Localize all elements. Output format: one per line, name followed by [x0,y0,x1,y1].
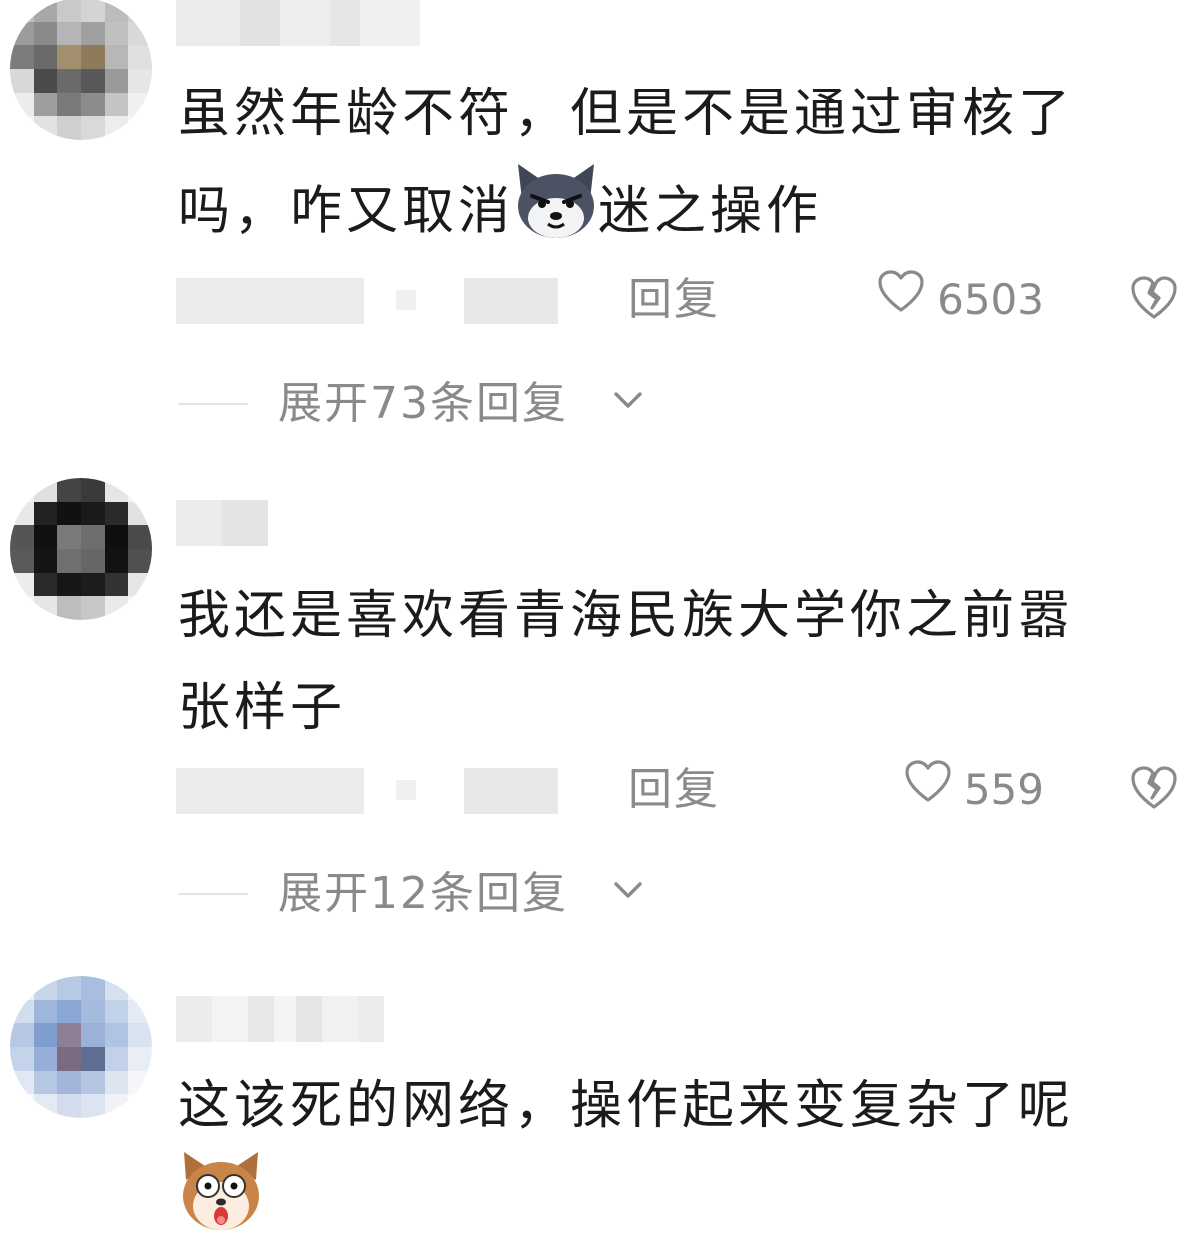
expand-replies-label: 展开73条回复 [278,378,568,429]
location-blurred [464,768,558,814]
like-button[interactable]: 6503 [877,270,1044,330]
timestamp-blurred [176,278,364,324]
timestamp-blurred [176,768,364,814]
comment-text-line: 这该死的网络，操作起来变复杂了呢 [178,1076,1075,1136]
comment-text-line: 张样子 [178,678,347,738]
comment-text: 这该死的网络，操作起来变复杂了呢 [178,1060,1158,1152]
comment-text: 虽然年龄不符，但是不是通过审核了 吗，咋又取消 迷之操作 [178,68,1158,269]
smirking-husky-emoji [514,160,598,269]
location-blurred [396,780,416,800]
comment-text-line: 迷之操作 [598,181,823,242]
reply-button[interactable]: 回复 [628,270,720,330]
like-button[interactable]: 559 [904,760,1044,820]
chevron-down-icon [610,382,646,422]
comment-text-line: 吗，咋又取消 [178,181,515,242]
username-blurred[interactable] [176,0,420,46]
expand-replies[interactable]: 展开73条回复 [0,374,1198,434]
comment-text-line: 虽然年龄不符，但是不是通过审核了 [178,84,1075,144]
comment-text-line: 我还是喜欢看青海民族大学你之前嚣 [178,586,1075,646]
comment-meta: 回复 559 [0,760,1198,820]
like-count: 6503 [937,275,1044,324]
expand-replies-label: 展开12条回复 [278,868,568,919]
comment-meta: 回复 6503 [0,270,1198,330]
username-blurred[interactable] [176,996,384,1042]
heart-outline-icon [877,270,925,330]
location-blurred [396,290,416,310]
divider-line [178,893,248,895]
broken-heart-icon[interactable] [1130,274,1178,326]
comment-text: 我还是喜欢看青海民族大学你之前嚣 张样子 [178,570,1158,754]
avatar[interactable] [10,478,152,620]
like-count: 559 [963,765,1044,814]
avatar[interactable] [10,0,152,140]
heart-outline-icon [904,760,952,820]
broken-heart-icon[interactable] [1130,764,1178,816]
chevron-down-icon [610,872,646,912]
divider-line [178,403,248,405]
username-blurred[interactable] [176,500,268,546]
shocked-dog-emoji [178,1150,264,1238]
reply-button[interactable]: 回复 [628,760,720,820]
expand-replies[interactable]: 展开12条回复 [0,864,1198,924]
location-blurred [464,278,558,324]
avatar[interactable] [10,976,152,1118]
